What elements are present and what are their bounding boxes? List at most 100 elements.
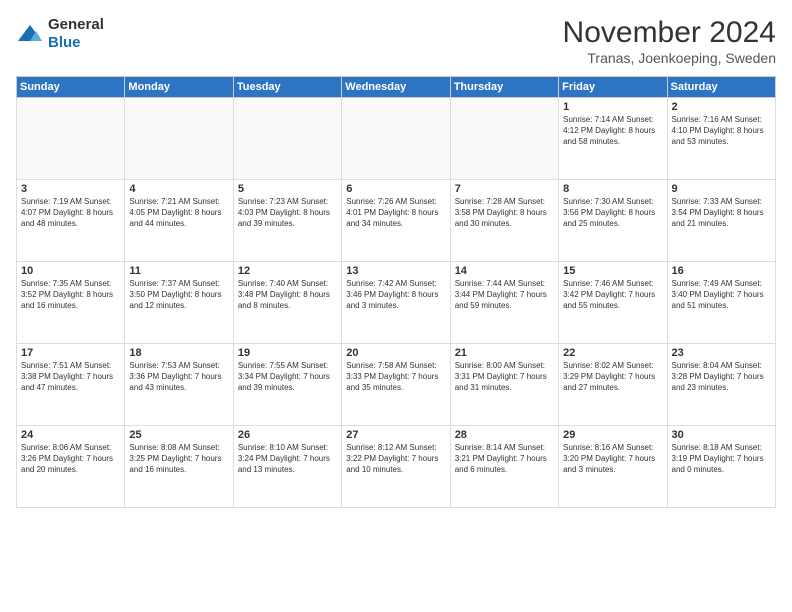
logo-general: General [48,16,104,33]
calendar-cell: 14Sunrise: 7:44 AM Sunset: 3:44 PM Dayli… [450,262,558,344]
day-info: Sunrise: 8:00 AM Sunset: 3:31 PM Dayligh… [455,360,554,394]
day-info: Sunrise: 7:55 AM Sunset: 3:34 PM Dayligh… [238,360,337,394]
calendar-cell: 15Sunrise: 7:46 AM Sunset: 3:42 PM Dayli… [559,262,667,344]
day-number: 11 [129,265,228,277]
calendar-cell: 21Sunrise: 8:00 AM Sunset: 3:31 PM Dayli… [450,344,558,426]
calendar-cell [17,98,125,180]
day-info: Sunrise: 7:30 AM Sunset: 3:56 PM Dayligh… [563,196,662,230]
day-number: 28 [455,429,554,441]
day-number: 13 [346,265,445,277]
day-number: 19 [238,347,337,359]
calendar-cell: 11Sunrise: 7:37 AM Sunset: 3:50 PM Dayli… [125,262,233,344]
day-info: Sunrise: 8:02 AM Sunset: 3:29 PM Dayligh… [563,360,662,394]
week-row-1: 1Sunrise: 7:14 AM Sunset: 4:12 PM Daylig… [17,98,776,180]
calendar-cell: 28Sunrise: 8:14 AM Sunset: 3:21 PM Dayli… [450,426,558,508]
calendar-cell: 1Sunrise: 7:14 AM Sunset: 4:12 PM Daylig… [559,98,667,180]
col-wednesday: Wednesday [342,77,450,98]
day-number: 7 [455,183,554,195]
day-number: 27 [346,429,445,441]
calendar-cell: 26Sunrise: 8:10 AM Sunset: 3:24 PM Dayli… [233,426,341,508]
day-number: 12 [238,265,337,277]
day-info: Sunrise: 7:44 AM Sunset: 3:44 PM Dayligh… [455,278,554,312]
calendar-cell: 12Sunrise: 7:40 AM Sunset: 3:48 PM Dayli… [233,262,341,344]
calendar-cell [125,98,233,180]
day-number: 9 [672,183,771,195]
day-number: 21 [455,347,554,359]
day-info: Sunrise: 8:08 AM Sunset: 3:25 PM Dayligh… [129,442,228,476]
day-number: 26 [238,429,337,441]
col-tuesday: Tuesday [233,77,341,98]
week-row-5: 24Sunrise: 8:06 AM Sunset: 3:26 PM Dayli… [17,426,776,508]
page: General Blue November 2024 Tranas, Joenk… [0,0,792,612]
logo: General Blue [16,16,104,52]
day-number: 6 [346,183,445,195]
calendar-cell: 17Sunrise: 7:51 AM Sunset: 3:38 PM Dayli… [17,344,125,426]
day-number: 2 [672,101,771,113]
day-info: Sunrise: 8:06 AM Sunset: 3:26 PM Dayligh… [21,442,120,476]
day-info: Sunrise: 7:58 AM Sunset: 3:33 PM Dayligh… [346,360,445,394]
day-info: Sunrise: 8:12 AM Sunset: 3:22 PM Dayligh… [346,442,445,476]
calendar-cell: 6Sunrise: 7:26 AM Sunset: 4:01 PM Daylig… [342,180,450,262]
day-number: 10 [21,265,120,277]
calendar-cell: 22Sunrise: 8:02 AM Sunset: 3:29 PM Dayli… [559,344,667,426]
calendar-cell [233,98,341,180]
day-number: 1 [563,101,662,113]
calendar-cell [450,98,558,180]
day-number: 30 [672,429,771,441]
day-info: Sunrise: 7:40 AM Sunset: 3:48 PM Dayligh… [238,278,337,312]
calendar-cell: 7Sunrise: 7:28 AM Sunset: 3:58 PM Daylig… [450,180,558,262]
calendar-cell: 18Sunrise: 7:53 AM Sunset: 3:36 PM Dayli… [125,344,233,426]
day-number: 22 [563,347,662,359]
day-number: 14 [455,265,554,277]
calendar-cell: 10Sunrise: 7:35 AM Sunset: 3:52 PM Dayli… [17,262,125,344]
day-info: Sunrise: 7:49 AM Sunset: 3:40 PM Dayligh… [672,278,771,312]
day-info: Sunrise: 7:33 AM Sunset: 3:54 PM Dayligh… [672,196,771,230]
calendar-cell: 4Sunrise: 7:21 AM Sunset: 4:05 PM Daylig… [125,180,233,262]
col-monday: Monday [125,77,233,98]
week-row-4: 17Sunrise: 7:51 AM Sunset: 3:38 PM Dayli… [17,344,776,426]
calendar-table: Sunday Monday Tuesday Wednesday Thursday… [16,76,776,508]
day-number: 18 [129,347,228,359]
calendar-cell: 2Sunrise: 7:16 AM Sunset: 4:10 PM Daylig… [667,98,775,180]
calendar-cell: 23Sunrise: 8:04 AM Sunset: 3:28 PM Dayli… [667,344,775,426]
day-number: 4 [129,183,228,195]
day-number: 29 [563,429,662,441]
day-number: 16 [672,265,771,277]
calendar-cell: 3Sunrise: 7:19 AM Sunset: 4:07 PM Daylig… [17,180,125,262]
location-title: Tranas, Joenkoeping, Sweden [563,50,776,66]
calendar-cell: 30Sunrise: 8:18 AM Sunset: 3:19 PM Dayli… [667,426,775,508]
day-info: Sunrise: 7:23 AM Sunset: 4:03 PM Dayligh… [238,196,337,230]
day-number: 8 [563,183,662,195]
day-info: Sunrise: 8:16 AM Sunset: 3:20 PM Dayligh… [563,442,662,476]
day-number: 23 [672,347,771,359]
day-number: 15 [563,265,662,277]
calendar-cell: 5Sunrise: 7:23 AM Sunset: 4:03 PM Daylig… [233,180,341,262]
calendar-header-row: Sunday Monday Tuesday Wednesday Thursday… [17,77,776,98]
day-info: Sunrise: 7:16 AM Sunset: 4:10 PM Dayligh… [672,114,771,148]
calendar-cell: 25Sunrise: 8:08 AM Sunset: 3:25 PM Dayli… [125,426,233,508]
day-info: Sunrise: 7:53 AM Sunset: 3:36 PM Dayligh… [129,360,228,394]
day-info: Sunrise: 8:18 AM Sunset: 3:19 PM Dayligh… [672,442,771,476]
week-row-3: 10Sunrise: 7:35 AM Sunset: 3:52 PM Dayli… [17,262,776,344]
week-row-2: 3Sunrise: 7:19 AM Sunset: 4:07 PM Daylig… [17,180,776,262]
calendar-cell: 27Sunrise: 8:12 AM Sunset: 3:22 PM Dayli… [342,426,450,508]
day-info: Sunrise: 8:10 AM Sunset: 3:24 PM Dayligh… [238,442,337,476]
day-info: Sunrise: 8:14 AM Sunset: 3:21 PM Dayligh… [455,442,554,476]
day-number: 25 [129,429,228,441]
day-number: 3 [21,183,120,195]
col-saturday: Saturday [667,77,775,98]
day-number: 24 [21,429,120,441]
calendar-cell: 19Sunrise: 7:55 AM Sunset: 3:34 PM Dayli… [233,344,341,426]
day-info: Sunrise: 8:04 AM Sunset: 3:28 PM Dayligh… [672,360,771,394]
day-info: Sunrise: 7:46 AM Sunset: 3:42 PM Dayligh… [563,278,662,312]
day-info: Sunrise: 7:21 AM Sunset: 4:05 PM Dayligh… [129,196,228,230]
calendar-cell: 13Sunrise: 7:42 AM Sunset: 3:46 PM Dayli… [342,262,450,344]
col-sunday: Sunday [17,77,125,98]
logo-icon [16,23,44,45]
col-friday: Friday [559,77,667,98]
day-number: 20 [346,347,445,359]
day-info: Sunrise: 7:19 AM Sunset: 4:07 PM Dayligh… [21,196,120,230]
calendar-cell: 16Sunrise: 7:49 AM Sunset: 3:40 PM Dayli… [667,262,775,344]
day-number: 17 [21,347,120,359]
calendar-cell: 29Sunrise: 8:16 AM Sunset: 3:20 PM Dayli… [559,426,667,508]
